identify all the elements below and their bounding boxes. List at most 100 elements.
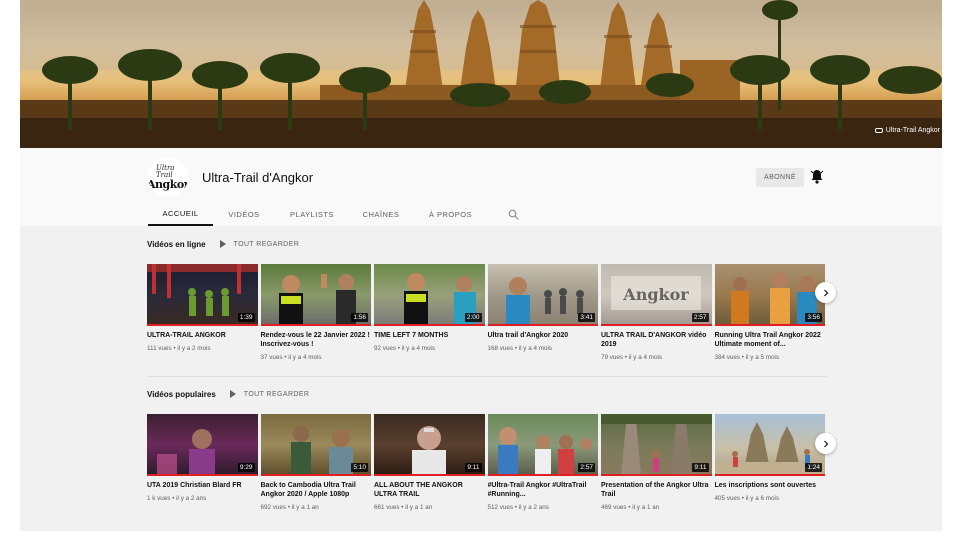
banner-link-label: Ultra-Trail Angkor <box>885 127 940 134</box>
video-thumbnail[interactable]: 1:24 <box>714 414 825 476</box>
channel-page: Ultra-Trail Angkor Ultra Trail Angkor Ul… <box>20 0 942 531</box>
video-duration: 9:11 <box>692 463 709 472</box>
video-card[interactable]: 1:39 ULTRA-TRAIL ANGKOR 111 vues • il y … <box>147 264 258 361</box>
avatar-text-top: Ultra Trail <box>156 163 175 179</box>
watched-progress-bar <box>374 324 485 326</box>
video-card[interactable]: 2:00 TIME LEFT 7 MONTHS 92 vues • il y a… <box>374 264 485 361</box>
shelf-videos-populaires: Vidéos populaires TOUT REGARDER 9:29 UTA… <box>147 386 827 511</box>
chevron-right-icon <box>823 440 828 447</box>
play-icon <box>219 240 226 248</box>
video-thumbnail[interactable]: 5:10 <box>260 414 371 476</box>
video-card[interactable]: 1:56 Rendez-vous le 22 Janvier 2022 ! In… <box>260 264 372 361</box>
video-duration: 2:57 <box>691 313 709 322</box>
shelf-title[interactable]: Vidéos en ligne <box>147 240 206 249</box>
video-thumbnail[interactable]: 1:39 <box>147 264 258 326</box>
video-card[interactable]: 3:41 Ultra trail d'Angkor 2020 168 vues … <box>487 264 599 361</box>
video-thumbnail[interactable]: 2:00 <box>374 264 485 326</box>
banner-link[interactable]: Ultra-Trail Angkor <box>874 127 940 134</box>
video-meta: 92 vues • il y a 4 mois <box>374 345 436 352</box>
play-all-button[interactable]: TOUT REGARDER <box>219 240 300 248</box>
watched-progress-bar <box>147 324 258 326</box>
video-thumbnail[interactable]: 9:29 <box>147 414 258 476</box>
video-card[interactable]: 3:56 Running Ultra Trail Angkor 2022 Ult… <box>714 264 826 361</box>
chevron-right-icon <box>823 289 828 296</box>
video-duration: 9:29 <box>237 463 255 472</box>
tab-accueil[interactable]: ACCUEIL <box>148 203 213 226</box>
video-meta: 512 vues • il y a 2 ans <box>487 504 549 511</box>
avatar-text-bottom: Angkor <box>148 177 188 191</box>
video-card[interactable]: 1:24 Les inscriptions sont ouvertes 405 … <box>714 414 826 511</box>
video-thumbnail[interactable]: 9:11 <box>601 414 712 476</box>
play-all-button[interactable]: TOUT REGARDER <box>229 390 310 398</box>
video-duration: 1:24 <box>805 463 822 472</box>
video-shelf: 1:39 ULTRA-TRAIL ANGKOR 111 vues • il y … <box>147 264 827 361</box>
bell-icon[interactable] <box>810 169 824 185</box>
play-all-label: TOUT REGARDER <box>233 240 300 248</box>
video-meta: 692 vues • il y a 1 an <box>260 504 319 511</box>
video-title[interactable]: UTA 2019 Christian Blard FR <box>147 481 258 490</box>
video-meta: 661 vues • il y a 1 an <box>374 504 433 511</box>
channel-name: Ultra-Trail d'Angkor <box>202 170 314 185</box>
watched-progress-bar <box>260 324 371 326</box>
video-title[interactable]: ULTRA-TRAIL ANGKOR <box>147 331 258 340</box>
video-duration: 1:39 <box>237 313 255 322</box>
avatar[interactable]: Ultra Trail Angkor <box>148 157 188 197</box>
shelf-divider <box>147 376 827 377</box>
channel-tabs: ACCUEIL VIDÉOS PLAYLISTS CHAÎNES À PROPO… <box>148 203 520 226</box>
video-thumbnail[interactable]: 2:57 <box>487 414 598 476</box>
video-title[interactable]: Ultra trail d'Angkor 2020 <box>488 331 599 340</box>
video-card[interactable]: 2:57 #Ultra-Trail Angkor #UltraTrail #Ru… <box>487 414 599 511</box>
subscribe-button[interactable]: ABONNÉ <box>756 168 804 187</box>
video-thumbnail[interactable]: 9:11 <box>374 414 485 476</box>
video-title[interactable]: Back to Cambodia Ultra Trail Angkor 2020… <box>261 481 372 499</box>
watched-progress-bar <box>714 474 825 476</box>
video-duration: 3:56 <box>805 313 822 322</box>
tab-a-propos[interactable]: À PROPOS <box>413 203 488 226</box>
video-thumbnail[interactable]: 1:56 <box>260 264 371 326</box>
video-title[interactable]: TIME LEFT 7 MONTHS <box>374 331 485 340</box>
video-shelf: 9:29 UTA 2019 Christian Blard FR 1 k vue… <box>147 414 827 511</box>
video-title[interactable]: Les inscriptions sont ouvertes <box>715 481 826 490</box>
tab-chaines[interactable]: CHAÎNES <box>349 203 413 226</box>
video-meta: 79 vues • il y a 4 mois <box>601 354 663 361</box>
video-title[interactable]: ULTRA TRAIL D'ANGKOR vidéo 2019 <box>601 331 712 349</box>
tab-playlists[interactable]: PLAYLISTS <box>275 203 349 226</box>
shelf-videos-en-ligne: Vidéos en ligne TOUT REGARDER 1:39 ULTRA… <box>147 236 827 361</box>
video-title[interactable]: Running Ultra Trail Angkor 2022 Ultimate… <box>715 331 826 349</box>
link-icon <box>874 128 883 133</box>
video-thumbnail[interactable]: 3:41 <box>487 264 598 326</box>
watched-progress-bar <box>714 324 825 326</box>
video-duration: 5:10 <box>351 463 368 472</box>
video-card[interactable]: Angkor 2:57 ULTRA TRAIL D'ANGKOR vidéo 2… <box>601 264 712 361</box>
page: Ultra-Trail Angkor Ultra Trail Angkor Ul… <box>0 0 960 540</box>
video-title[interactable]: #Ultra-Trail Angkor #UltraTrail #Running… <box>488 481 599 499</box>
video-card[interactable]: 5:10 Back to Cambodia Ultra Trail Angkor… <box>260 414 372 511</box>
video-duration: 1:56 <box>351 313 368 322</box>
shelf-title[interactable]: Vidéos populaires <box>147 390 216 399</box>
video-meta: 469 vues • il y a 1 an <box>601 504 660 511</box>
video-card[interactable]: 9:11 Presentation of the Angkor Ultra Tr… <box>601 414 712 511</box>
shelf-header: Vidéos populaires TOUT REGARDER <box>147 386 827 402</box>
video-thumbnail[interactable]: 3:56 <box>714 264 825 326</box>
video-duration: 3:41 <box>578 313 595 322</box>
video-meta: 168 vues • il y a 4 mois <box>487 345 553 352</box>
channel-banner: Ultra-Trail Angkor <box>20 0 942 148</box>
shelf-next-button[interactable] <box>815 433 836 454</box>
watched-progress-bar <box>260 474 371 476</box>
video-meta: 1 k vues • il y a 2 ans <box>147 495 207 502</box>
shelf-next-button[interactable] <box>815 282 836 303</box>
video-title[interactable]: ALL ABOUT THE ANGKOR ULTRA TRAIL <box>374 481 485 499</box>
channel-header: Ultra Trail Angkor Ultra-Trail d'Angkor … <box>20 148 942 226</box>
tab-videos[interactable]: VIDÉOS <box>213 203 275 226</box>
search-icon[interactable] <box>506 203 520 226</box>
video-thumbnail[interactable]: Angkor 2:57 <box>601 264 712 326</box>
video-title[interactable]: Presentation of the Angkor Ultra Trail <box>601 481 712 499</box>
video-card[interactable]: 9:11 ALL ABOUT THE ANGKOR ULTRA TRAIL 66… <box>374 414 485 511</box>
video-duration: 2:00 <box>464 313 482 322</box>
video-meta: 111 vues • il y a 2 mois <box>147 345 211 352</box>
video-card[interactable]: 9:29 UTA 2019 Christian Blard FR 1 k vue… <box>147 414 258 511</box>
video-title[interactable]: Rendez-vous le 22 Janvier 2022 ! Inscriv… <box>261 331 372 349</box>
video-duration: 9:11 <box>465 463 482 472</box>
video-meta: 37 vues • il y a 4 mois <box>260 354 322 361</box>
play-all-label: TOUT REGARDER <box>243 390 310 398</box>
